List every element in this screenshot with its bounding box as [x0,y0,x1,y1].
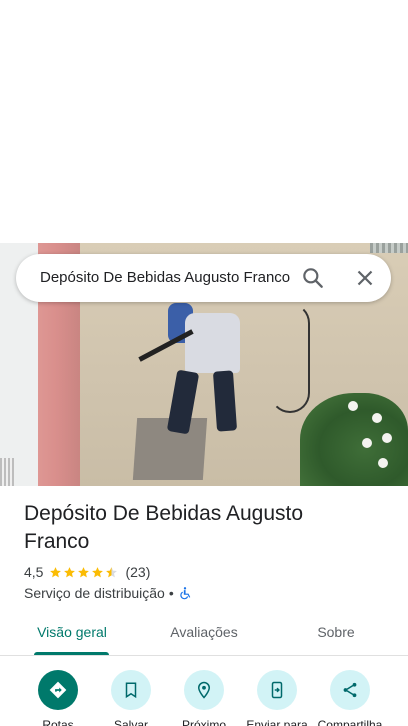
wheelchair-accessible-icon [178,586,192,600]
separator-dot: • [168,585,174,601]
rating-row[interactable]: 4,5 (23) [24,563,150,581]
star-icon [106,566,118,577]
photo-flower [378,458,388,468]
share-button[interactable]: Compartilha [310,668,390,726]
tab-overview[interactable]: Visão geral [20,612,124,656]
place-category: Serviço de distribuição [24,585,165,601]
star-icon [64,566,76,577]
search-bar[interactable]: Depósito De Bebidas Augusto Franco [16,254,391,302]
photo-flower [382,433,392,443]
category-row: Serviço de distribuição • [24,584,192,602]
nearby-button[interactable]: Próximo [164,668,244,726]
directions-icon[interactable] [38,670,78,710]
photo-flower [348,401,358,411]
action-label: Rotas [42,718,74,726]
search-input[interactable]: Depósito De Bebidas Augusto Franco [40,254,290,302]
photo-worker-torso [185,313,240,373]
rating-value: 4,5 [24,564,44,580]
action-label: Compartilha [317,718,383,726]
share-icon[interactable] [330,670,370,710]
review-count[interactable]: (23) [125,564,150,580]
photo-flower [362,438,372,448]
tab-about[interactable]: Sobre [286,612,386,656]
save-button[interactable]: Salvar [91,668,171,726]
star-icon [50,566,62,577]
nearby-icon[interactable] [184,670,224,710]
action-label: Enviar para [246,718,308,726]
rating-stars [49,566,119,579]
photo-roof [370,243,408,253]
photo-worker-leg [212,370,238,432]
action-label: Próximo [181,718,226,726]
photo-cable [270,303,310,413]
close-icon[interactable] [352,265,378,291]
star-icon [92,566,104,577]
bookmark-icon[interactable] [111,670,151,710]
action-buttons: Rotas Salvar Próximo Enviar para Compart… [0,668,408,726]
action-label: Salvar [113,718,148,726]
photo-flower [372,413,382,423]
search-icon[interactable] [300,265,326,291]
photo-grate [0,458,14,486]
star-icon [78,566,90,577]
directions-button[interactable]: Rotas [18,668,98,726]
map-area-blank [0,0,408,243]
tab-active-indicator [34,652,109,655]
send-to-phone-button[interactable]: Enviar para [237,668,317,726]
tab-reviews[interactable]: Avaliações [152,612,256,656]
tab-bar: Visão geral Avaliações Sobre [0,612,408,656]
send-to-phone-icon[interactable] [257,670,297,710]
place-title: Depósito De Bebidas Augusto Franco [24,502,304,553]
